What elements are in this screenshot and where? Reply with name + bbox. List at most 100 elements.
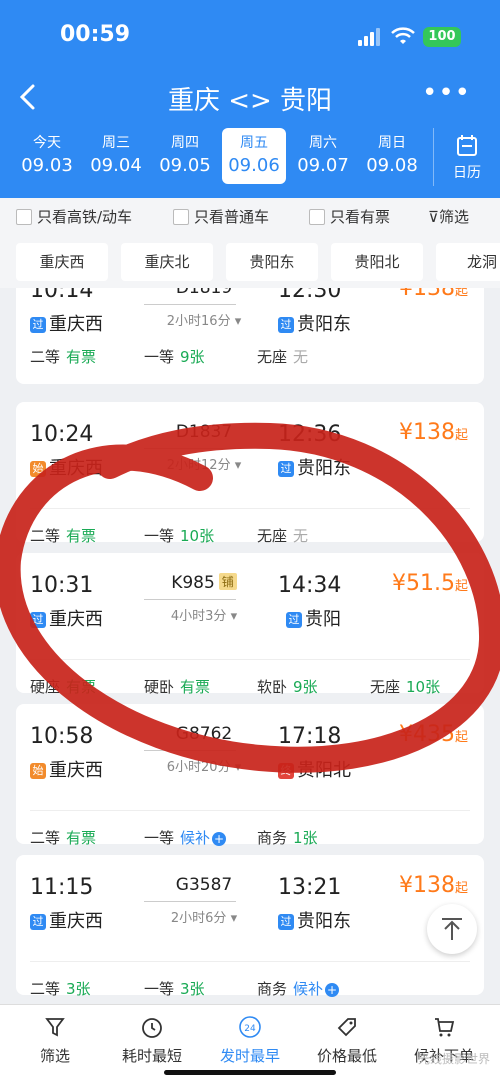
date-tab[interactable]: 周六 09.07 [291, 128, 355, 184]
date-tab[interactable]: 周日 09.08 [360, 128, 424, 184]
seat-type: 一等 [144, 527, 175, 545]
departure-time: 10:58 [30, 724, 94, 749]
seat-info: 无座 10张 [370, 676, 440, 697]
seat-availability: 无 [293, 527, 309, 545]
pass-badge: 过 [286, 612, 302, 628]
duration: 4小时3分 ▾ [170, 609, 238, 624]
duration-text: 4小时3分 [170, 609, 227, 624]
train-number: D1819 [175, 288, 233, 298]
train-number: G8762 [175, 724, 233, 744]
price-value: ¥51.5 [392, 571, 455, 596]
station-chip[interactable]: 龙洞 [436, 243, 500, 281]
duration-line [144, 750, 236, 751]
seat-info: 硬卧 有票 [144, 676, 210, 697]
station-chip[interactable]: 重庆西 [16, 243, 108, 281]
seat-info: 软卧 9张 [257, 676, 318, 697]
seat-type: 软卧 [257, 678, 288, 696]
waitlist-link[interactable]: 候补 [293, 980, 323, 998]
filter-available[interactable]: 只看有票 [309, 207, 390, 229]
back-button[interactable] [14, 82, 44, 112]
seat-availability: 10张 [180, 527, 215, 545]
arrival-station: 过贵阳东 [278, 907, 351, 933]
filter-label: 只看普通车 [194, 208, 270, 226]
train-card[interactable]: 10:31 K985 铺 14:34 ¥51.5起 过重庆西 4小时3分 ▾ 过贵… [16, 553, 484, 696]
filter-normal-train[interactable]: 只看普通车 [173, 207, 269, 229]
tab-shortest-duration[interactable]: 耗时最短 [102, 1015, 202, 1066]
departure-station: 过重庆西 [30, 605, 103, 631]
seat-row: 二等 3张 一等 3张 商务 候补 + [30, 961, 470, 998]
train-card[interactable]: 10:58 G8762 17:18 ¥435起 始重庆西 6小时20分 ▾ 终贵… [16, 704, 484, 847]
nav-bar: 重庆 <> 贵阳 ••• [0, 74, 500, 124]
date-weekday: 周五 [240, 135, 268, 151]
station-chip[interactable]: 贵阳北 [331, 243, 423, 281]
seat-type: 一等 [144, 980, 175, 998]
tab-lowest-price[interactable]: 价格最低 [297, 1015, 397, 1066]
train-number-text: K985 [171, 573, 215, 593]
seat-type: 硬卧 [144, 678, 175, 696]
seat-availability: 有票 [66, 527, 97, 545]
station-name: 贵阳北 [297, 760, 351, 781]
duration-line [144, 304, 236, 305]
date-tab[interactable]: 周三 09.04 [84, 128, 148, 184]
price-value: ¥138 [398, 288, 455, 301]
date-weekday: 周四 [171, 135, 199, 151]
scroll-to-top-button[interactable] [427, 904, 477, 954]
seat-availability: 有票 [66, 678, 97, 696]
tab-label: 发时最早 [219, 1047, 280, 1065]
train-card[interactable]: 10:24 D1837 12:36 ¥138起 始重庆西 2小时12分 ▾ 过贵… [16, 402, 484, 545]
seat-info[interactable]: 一等 候补 + [144, 827, 227, 848]
date-tab-selected[interactable]: 周五 09.06 [222, 128, 286, 184]
price-suffix: 起 [454, 428, 468, 443]
arrival-station: 过贵阳东 [278, 310, 351, 336]
tab-filter[interactable]: 筛选 [5, 1015, 105, 1066]
clock-24-icon: 24 [239, 1016, 261, 1038]
battery-indicator: 100 [423, 27, 461, 47]
add-icon[interactable]: + [212, 832, 227, 846]
more-options-button[interactable]: ••• [422, 78, 471, 108]
seat-availability: 无 [293, 348, 309, 366]
filter-high-speed[interactable]: 只看高铁/动车 [16, 207, 132, 229]
seat-info: 二等 有票 [30, 525, 96, 546]
train-card[interactable]: 11:15 G3587 13:21 ¥138起 过重庆西 2小时6分 ▾ 过贵阳… [16, 855, 484, 998]
departure-time: 11:15 [30, 875, 94, 900]
seat-row: 二等 有票 一等 10张 无座无 [30, 508, 470, 545]
seat-type: 商务 [257, 980, 288, 998]
departure-time: 10:31 [30, 573, 94, 598]
checkbox[interactable] [173, 209, 189, 225]
pass-badge: 过 [278, 317, 294, 333]
end-badge: 终 [278, 763, 294, 779]
station-name: 重庆西 [49, 609, 103, 630]
price: ¥435起 [399, 722, 468, 747]
seat-availability: 有票 [180, 678, 211, 696]
add-icon[interactable]: + [325, 983, 340, 997]
price-value: ¥435 [398, 722, 455, 747]
seat-type: 二等 [30, 980, 61, 998]
station-chip[interactable]: 重庆北 [121, 243, 213, 281]
seat-info[interactable]: 商务 候补 + [257, 978, 340, 999]
seat-availability: 有票 [66, 829, 97, 847]
filter-bar: 只看高铁/动车 只看普通车 只看有票 ⊽筛选 [0, 198, 500, 236]
pass-badge: 过 [278, 461, 294, 477]
seat-availability: 9张 [180, 348, 205, 366]
departure-station: 过重庆西 [30, 310, 103, 336]
seat-type: 二等 [30, 348, 61, 366]
filter-label: 只看高铁/动车 [37, 208, 133, 226]
timer-icon [142, 1018, 162, 1038]
seat-availability: 9张 [293, 678, 318, 696]
waitlist-link[interactable]: 候补 [180, 829, 210, 847]
pass-badge: 过 [30, 914, 46, 930]
date-weekday: 周日 [378, 135, 406, 151]
checkbox[interactable] [16, 209, 32, 225]
date-tab[interactable]: 今天 09.03 [15, 128, 79, 184]
tab-earliest-departure[interactable]: 24 发时最早 [200, 1015, 300, 1066]
filter-button[interactable]: ⊽筛选 [428, 207, 469, 229]
station-name: 贵阳 [305, 609, 341, 630]
date-tab[interactable]: 周四 09.05 [153, 128, 217, 184]
checkbox[interactable] [309, 209, 325, 225]
watermark: 光线摄影世界 [417, 1052, 490, 1066]
station-chip[interactable]: 贵阳东 [226, 243, 318, 281]
seat-row: 二等 有票 一等 候补 + 商务 1张 [30, 810, 470, 847]
train-card[interactable]: 10:14 D1819 12:30 ¥138起 过重庆西 2小时16分 ▾ 过贵… [16, 288, 484, 384]
arrival-time: 17:18 [278, 724, 342, 749]
calendar-button[interactable]: 日历 [433, 128, 500, 186]
